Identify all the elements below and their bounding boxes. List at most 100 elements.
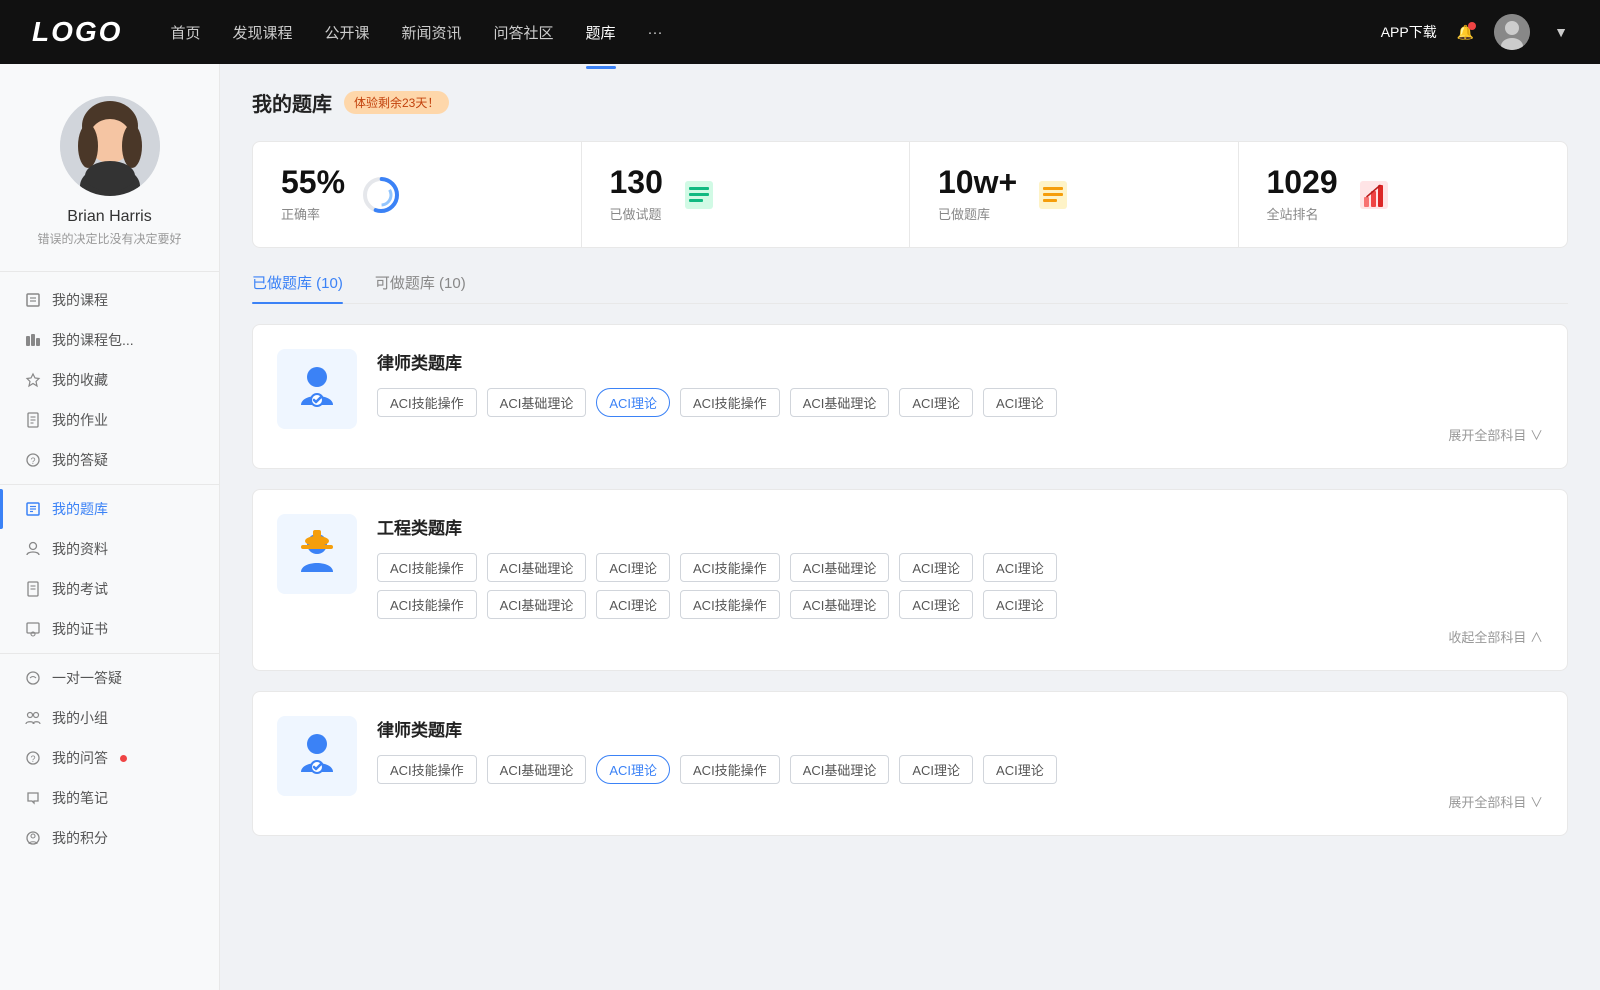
- notification-bell[interactable]: 🔔: [1457, 24, 1474, 41]
- certificate-icon: [24, 620, 42, 638]
- tag-active[interactable]: ACI理论: [596, 755, 670, 784]
- tag-active[interactable]: ACI理论: [596, 388, 670, 417]
- tag[interactable]: ACI技能操作: [680, 590, 780, 619]
- sidebar-item-points[interactable]: 我的积分: [0, 818, 219, 858]
- nav-news[interactable]: 新闻资讯: [402, 18, 462, 47]
- my-course-icon: [24, 291, 42, 309]
- tag[interactable]: ACI理论: [983, 553, 1057, 582]
- expand-link-2[interactable]: 展开全部科目 ∨: [377, 792, 1543, 811]
- tag[interactable]: ACI技能操作: [680, 553, 780, 582]
- tags-row: ACI技能操作 ACI基础理论 ACI理论 ACI技能操作 ACI基础理论 AC…: [377, 388, 1543, 417]
- tag[interactable]: ACI理论: [899, 553, 973, 582]
- sidebar-item-question[interactable]: ? 我的问答: [0, 738, 219, 778]
- tag[interactable]: ACI基础理论: [790, 553, 890, 582]
- tag[interactable]: ACI技能操作: [377, 590, 477, 619]
- tag[interactable]: ACI理论: [596, 590, 670, 619]
- sidebar-label: 我的证书: [52, 619, 108, 639]
- tag[interactable]: ACI技能操作: [377, 755, 477, 784]
- sidebar-item-qa[interactable]: ? 我的答疑: [0, 440, 219, 480]
- nav-discover[interactable]: 发现课程: [232, 18, 292, 47]
- tag[interactable]: ACI理论: [983, 590, 1057, 619]
- sidebar-item-qbank[interactable]: 我的题库: [0, 489, 219, 529]
- tag[interactable]: ACI理论: [899, 590, 973, 619]
- points-icon: [24, 829, 42, 847]
- sidebar-item-course-package[interactable]: 我的课程包...: [0, 320, 219, 360]
- tag[interactable]: ACI基础理论: [790, 388, 890, 417]
- nav-links: 首页 发现课程 公开课 新闻资讯 问答社区 题库 ···: [170, 18, 1380, 47]
- avatar[interactable]: [1494, 14, 1530, 50]
- sidebar-item-homework[interactable]: 我的作业: [0, 400, 219, 440]
- tag[interactable]: ACI基础理论: [790, 755, 890, 784]
- tags-row-lawyer-2: ACI技能操作 ACI基础理论 ACI理论 ACI技能操作 ACI基础理论 AC…: [377, 755, 1543, 784]
- tab-done-banks[interactable]: 已做题库 (10): [252, 272, 343, 303]
- tags-row-1: ACI技能操作 ACI基础理论 ACI理论 ACI技能操作 ACI基础理论 AC…: [377, 553, 1543, 582]
- stat-value-done: 130: [610, 166, 663, 198]
- sidebar-item-certificate[interactable]: 我的证书: [0, 609, 219, 649]
- tab-available-banks[interactable]: 可做题库 (10): [375, 272, 466, 303]
- qbank-body-lawyer-2: 律师类题库 ACI技能操作 ACI基础理论 ACI理论 ACI技能操作 ACI基…: [377, 716, 1543, 811]
- tags-row-2: ACI技能操作 ACI基础理论 ACI理论 ACI技能操作 ACI基础理论 AC…: [377, 590, 1543, 619]
- sidebar-label: 我的题库: [52, 499, 108, 519]
- page-wrapper: Brian Harris 错误的决定比没有决定要好 我的课程 我的课程包...: [0, 64, 1600, 990]
- stat-value-accuracy: 55%: [281, 166, 345, 198]
- nav-more[interactable]: ···: [648, 20, 663, 45]
- qbank-body: 律师类题库 ACI技能操作 ACI基础理论 ACI理论 ACI技能操作 ACI基…: [377, 349, 1543, 444]
- group-icon: [24, 709, 42, 727]
- sidebar-divider: [0, 484, 219, 485]
- tag[interactable]: ACI技能操作: [377, 553, 477, 582]
- tag[interactable]: ACI基础理论: [790, 590, 890, 619]
- qbank-card-engineer: 工程类题库 ACI技能操作 ACI基础理论 ACI理论 ACI技能操作 ACI基…: [252, 489, 1568, 671]
- app-download-button[interactable]: APP下载: [1381, 22, 1437, 42]
- profile-motto: 错误的决定比没有决定要好: [25, 230, 193, 247]
- avatar-chevron-icon[interactable]: ▼: [1554, 24, 1568, 40]
- sidebar-label: 我的作业: [52, 410, 108, 430]
- tag[interactable]: ACI基础理论: [487, 755, 587, 784]
- profile-icon: [24, 540, 42, 558]
- qbank-title-lawyer-2: 律师类题库: [377, 716, 1543, 741]
- tag[interactable]: ACI基础理论: [487, 590, 587, 619]
- sidebar-item-profile[interactable]: 我的资料: [0, 529, 219, 569]
- exam-icon: [24, 580, 42, 598]
- navbar: LOGO 首页 发现课程 公开课 新闻资讯 问答社区 题库 ··· APP下载 …: [0, 0, 1600, 64]
- tag[interactable]: ACI理论: [899, 388, 973, 417]
- nav-qa[interactable]: 问答社区: [494, 18, 554, 47]
- tag[interactable]: ACI理论: [983, 755, 1057, 784]
- collapse-link[interactable]: 收起全部科目 ∧: [377, 627, 1543, 646]
- logo[interactable]: LOGO: [32, 16, 122, 48]
- stat-accuracy: 55% 正确率: [253, 142, 582, 247]
- stat-label-rank: 全站排名: [1267, 204, 1338, 223]
- nav-qbank[interactable]: 题库: [586, 18, 616, 47]
- tag[interactable]: ACI理论: [596, 553, 670, 582]
- sidebar-label: 我的收藏: [52, 370, 108, 390]
- tag[interactable]: ACI基础理论: [487, 388, 587, 417]
- qbank-card-lawyer-1: 律师类题库 ACI技能操作 ACI基础理论 ACI理论 ACI技能操作 ACI基…: [252, 324, 1568, 469]
- sidebar-item-favorites[interactable]: 我的收藏: [0, 360, 219, 400]
- stat-label-accuracy: 正确率: [281, 204, 345, 223]
- tag[interactable]: ACI基础理论: [487, 553, 587, 582]
- sidebar-item-group[interactable]: 我的小组: [0, 698, 219, 738]
- tag[interactable]: ACI理论: [899, 755, 973, 784]
- sidebar-item-my-course[interactable]: 我的课程: [0, 280, 219, 320]
- tag[interactable]: ACI技能操作: [680, 755, 780, 784]
- tag[interactable]: ACI理论: [983, 388, 1057, 417]
- stats-row: 55% 正确率 130 已做试题: [252, 141, 1568, 248]
- nav-open-course[interactable]: 公开课: [324, 18, 369, 47]
- sidebar-item-notes[interactable]: 我的笔记: [0, 778, 219, 818]
- tag[interactable]: ACI技能操作: [377, 388, 477, 417]
- sidebar-item-tutoring[interactable]: 一对一答疑: [0, 658, 219, 698]
- tag[interactable]: ACI技能操作: [680, 388, 780, 417]
- sidebar-label: 我的资料: [52, 539, 108, 559]
- ranking-icon: [1354, 175, 1394, 215]
- question-dot: [120, 755, 127, 762]
- expand-link[interactable]: 展开全部科目 ∨: [377, 425, 1543, 444]
- tutoring-icon: [24, 669, 42, 687]
- stat-done-questions: 130 已做试题: [582, 142, 911, 247]
- question-icon: ?: [24, 749, 42, 767]
- sidebar-label: 我的问答: [52, 748, 108, 768]
- qbank-title: 律师类题库: [377, 349, 1543, 374]
- sidebar-label: 一对一答疑: [52, 668, 122, 688]
- stat-value-rank: 1029: [1267, 166, 1338, 198]
- sidebar-item-exam[interactable]: 我的考试: [0, 569, 219, 609]
- nav-home[interactable]: 首页: [170, 18, 200, 47]
- sidebar-label: 我的小组: [52, 708, 108, 728]
